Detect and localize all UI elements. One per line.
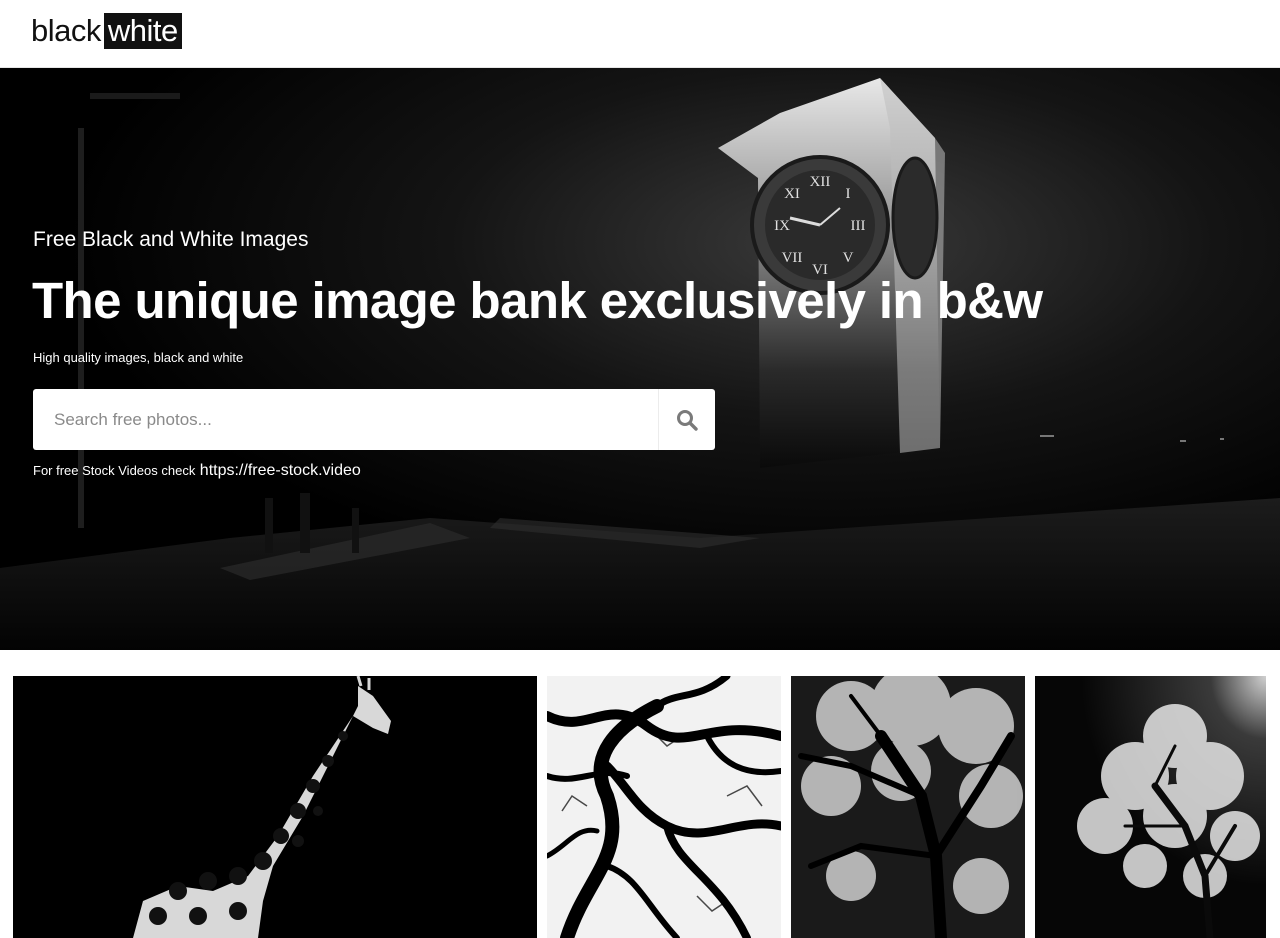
logo-black-text: black <box>31 13 101 48</box>
svg-text:IX: IX <box>774 218 790 234</box>
branches-photo <box>547 676 781 938</box>
search-input[interactable] <box>33 389 658 450</box>
tree-photo <box>791 676 1025 938</box>
search-button[interactable] <box>658 389 715 450</box>
svg-text:XII: XII <box>810 174 831 190</box>
video-note-label: For free Stock Videos check <box>33 463 196 478</box>
search-icon <box>677 409 698 431</box>
blossom-tree-photo <box>1035 676 1266 938</box>
giraffe-photo <box>13 676 537 938</box>
svg-text:III: III <box>851 218 866 234</box>
free-stock-video-link[interactable]: https://free-stock.video <box>200 462 361 479</box>
svg-text:V: V <box>843 250 854 266</box>
gallery-photo-blossom-tree[interactable] <box>1035 676 1266 938</box>
gallery-photo-tree[interactable] <box>791 676 1025 938</box>
logo[interactable]: black white <box>31 13 182 49</box>
site-header: black white <box>0 0 1280 68</box>
hero-banner: XII III VI IX I XI V VII Free Black and … <box>0 68 1280 650</box>
gallery-photo-giraffe[interactable] <box>13 676 537 938</box>
svg-text:VII: VII <box>782 250 803 266</box>
hero-subtitle: High quality images, black and white <box>33 350 244 365</box>
search-bar <box>33 389 715 450</box>
logo-white-text: white <box>103 13 182 49</box>
gallery-photo-branches[interactable] <box>547 676 781 938</box>
video-note: For free Stock Videos check https://free… <box>33 462 361 480</box>
svg-text:I: I <box>846 186 851 202</box>
hero-title: The unique image bank exclusively in b&w <box>32 272 1043 329</box>
svg-text:XI: XI <box>784 186 800 202</box>
photo-gallery <box>0 650 1280 938</box>
hero-eyebrow: Free Black and White Images <box>33 228 309 251</box>
